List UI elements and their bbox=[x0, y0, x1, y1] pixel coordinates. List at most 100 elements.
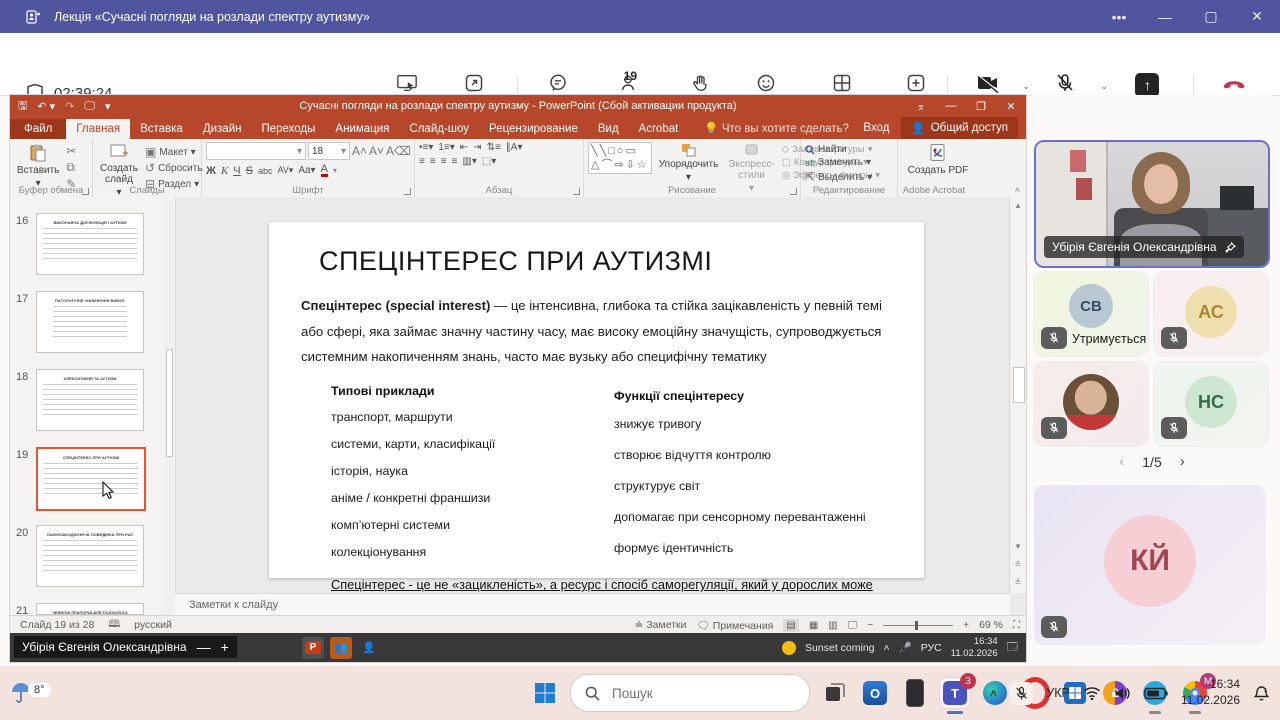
numbering-button[interactable]: 1≡▾ bbox=[438, 142, 454, 153]
customize-qat-icon[interactable]: ▾ bbox=[105, 100, 111, 113]
bullets-button[interactable]: •≡▾ bbox=[419, 142, 433, 153]
search-input[interactable] bbox=[610, 685, 764, 702]
clear-format-icon[interactable]: A⌫ bbox=[386, 144, 411, 158]
tray-mic-muted-icon[interactable] bbox=[1010, 682, 1033, 705]
minimize-button[interactable]: — bbox=[1142, 0, 1188, 33]
main-video-tile[interactable]: Убірія Євгенія Олександрівна bbox=[1034, 140, 1270, 268]
tab-transitions[interactable]: Переходы bbox=[251, 119, 325, 139]
collapse-ribbon-icon[interactable]: ˄ bbox=[1015, 185, 1020, 195]
taskbar-search[interactable] bbox=[570, 674, 810, 712]
task-view-icon[interactable] bbox=[820, 678, 850, 708]
shapes-gallery[interactable]: ╲╲□○▭△⌒⇨⇩☆ bbox=[588, 142, 652, 174]
participant-tile-sv[interactable]: СВ Утримується bbox=[1034, 272, 1148, 356]
fit-slide-icon[interactable]: ⛶ bbox=[1013, 620, 1020, 631]
language-switcher[interactable]: УКР bbox=[1046, 686, 1070, 700]
volume-icon[interactable] bbox=[1114, 686, 1131, 701]
font-size-combo[interactable]: 18▾ bbox=[308, 142, 350, 160]
page-prev-icon[interactable]: ‹ bbox=[1119, 453, 1124, 470]
notification-bell-icon[interactable]: z bbox=[1253, 685, 1270, 702]
sign-in-link[interactable]: Вход bbox=[863, 122, 889, 134]
spellcheck-icon[interactable]: 🕮 bbox=[108, 617, 120, 634]
font-name-combo[interactable]: ▾ bbox=[206, 142, 306, 160]
paragraph-dialog-launcher[interactable] bbox=[573, 188, 580, 195]
wifi-icon[interactable] bbox=[1083, 686, 1101, 700]
indent-button[interactable]: ⇥ bbox=[473, 142, 481, 153]
taskbar-weather[interactable]: 8° bbox=[10, 681, 55, 705]
change-case-button[interactable]: Aa▾ bbox=[298, 165, 315, 176]
reading-view-icon[interactable]: ▥ bbox=[828, 620, 837, 631]
create-pdf-button[interactable]: Создать PDF bbox=[905, 142, 972, 177]
tab-insert[interactable]: Вставка bbox=[130, 119, 193, 139]
presenter-powerpoint-icon[interactable]: P bbox=[302, 637, 324, 659]
previous-slide-icon[interactable]: ≛ bbox=[1010, 560, 1026, 569]
slide-thumbnail-panel[interactable]: 16 ВИКОНАВЧА ДИСФУНКЦІЯ І АУТИЗМ 17 ПАТО… bbox=[10, 197, 176, 615]
ppt-close-button[interactable]: ✕ bbox=[996, 95, 1026, 117]
underline-button[interactable]: Ч bbox=[233, 165, 240, 177]
tab-review[interactable]: Рецензирование bbox=[479, 119, 588, 139]
shadow-button[interactable]: abc bbox=[258, 166, 273, 176]
share-document-button[interactable]: 👤Общий доступ bbox=[901, 117, 1018, 139]
font-color-button[interactable]: A bbox=[321, 164, 328, 177]
presenter-lang[interactable]: РУС bbox=[921, 642, 942, 654]
tab-home[interactable]: Главная bbox=[66, 119, 130, 139]
arrange-button[interactable]: Упорядочить▾ bbox=[656, 142, 722, 184]
save-icon[interactable]: 🖫 bbox=[18, 97, 27, 116]
slide-sorter-icon[interactable]: ▦ bbox=[809, 620, 818, 631]
slideshow-icon[interactable]: 🖵 bbox=[84, 100, 95, 113]
notes-pane[interactable]: Заметки к слайду bbox=[175, 593, 1010, 616]
copy-icon[interactable]: ⧉ bbox=[66, 160, 76, 175]
next-slide-icon[interactable]: ≚ bbox=[1010, 578, 1026, 587]
page-next-icon[interactable]: › bbox=[1180, 453, 1185, 470]
italic-button[interactable]: К bbox=[221, 165, 228, 177]
select-button[interactable]: ⇱Выделить ▾ bbox=[805, 170, 872, 184]
tab-design[interactable]: Дизайн bbox=[193, 119, 252, 139]
tab-acrobat[interactable]: Acrobat bbox=[629, 119, 689, 139]
comments-toggle[interactable]: 🗨 Примечания bbox=[697, 619, 774, 632]
tab-animations[interactable]: Анимация bbox=[325, 119, 399, 139]
slide-editing-area[interactable]: СПЕЦІНТЕРЕС ПРИ АУТИЗМІ Спецінтерес (spe… bbox=[175, 197, 1010, 593]
tell-me-box[interactable]: 💡 Что вы хотите сделать? bbox=[694, 117, 859, 139]
strike-button[interactable]: S bbox=[246, 165, 253, 177]
presenter-tray-chevron-icon[interactable]: ˄ bbox=[884, 642, 890, 654]
zoom-level[interactable]: 69 % bbox=[979, 619, 1003, 631]
tab-file[interactable]: Файл bbox=[10, 119, 66, 139]
paste-button[interactable]: Вставить▾ bbox=[14, 142, 62, 190]
outlook-icon[interactable]: O bbox=[860, 678, 890, 708]
reset-button[interactable]: ↺Сбросить bbox=[145, 161, 203, 175]
teams-taskbar-icon[interactable]: T 3 bbox=[940, 678, 970, 708]
normal-view-icon[interactable]: ▤ bbox=[783, 619, 798, 632]
presenter-notifications-icon[interactable]: 🗔 bbox=[1007, 639, 1018, 657]
weather-toast-icon[interactable] bbox=[782, 641, 796, 655]
participant-tile-as[interactable]: АС bbox=[1154, 272, 1268, 356]
ppt-minimize-button[interactable]: — bbox=[936, 95, 966, 117]
align-right-button[interactable]: ≡ bbox=[441, 156, 447, 167]
slide-scrollbar[interactable]: ▲ ▼ ≛ ≚ bbox=[1009, 197, 1026, 593]
participant-tile-ky[interactable]: КЙ bbox=[1034, 485, 1266, 645]
toast-text[interactable]: Sunset coming bbox=[805, 642, 874, 654]
notes-toggle[interactable]: ≐ Заметки bbox=[635, 619, 687, 631]
ribbon-display-icon[interactable]: ⌅ bbox=[906, 95, 936, 117]
scroll-up-icon[interactable]: ▲ bbox=[1010, 201, 1026, 210]
outdent-button[interactable]: ⇤ bbox=[460, 142, 468, 153]
cut-icon[interactable]: ✂ bbox=[66, 144, 76, 158]
presenter-teams-icon[interactable]: 👥 bbox=[330, 637, 352, 659]
close-button[interactable]: ✕ bbox=[1234, 0, 1280, 33]
shrink-font-icon[interactable]: A˅ bbox=[369, 144, 384, 158]
camera-chevron-icon[interactable]: ⌄ bbox=[1022, 81, 1030, 92]
layout-button[interactable]: ▣Макет ▾ bbox=[145, 145, 203, 159]
slideshow-view-icon[interactable]: 🖵 bbox=[848, 620, 858, 631]
zoom-in-icon[interactable]: + bbox=[963, 620, 969, 631]
find-button[interactable]: Найти bbox=[805, 144, 872, 155]
tab-view[interactable]: Вид bbox=[588, 119, 629, 139]
smartart-button[interactable]: ⬚▾ bbox=[482, 156, 496, 167]
char-spacing-button[interactable]: AV▾ bbox=[277, 165, 293, 176]
quick-access-toolbar[interactable]: 🖫 ↶ ▾ ↷ 🖵 ▾ bbox=[18, 97, 111, 116]
font-dialog-launcher[interactable] bbox=[404, 188, 411, 195]
participant-tile-ns[interactable]: НС bbox=[1154, 362, 1268, 446]
align-center-button[interactable]: ≡ bbox=[430, 156, 436, 167]
phone-link-icon[interactable] bbox=[900, 678, 930, 708]
text-direction-button[interactable]: ∥A▾ bbox=[506, 142, 523, 153]
line-spacing-button[interactable]: ⇅≡ bbox=[487, 142, 501, 153]
share-zoom-out-icon[interactable]: — bbox=[197, 639, 211, 655]
bold-button[interactable]: Ж bbox=[206, 165, 216, 177]
